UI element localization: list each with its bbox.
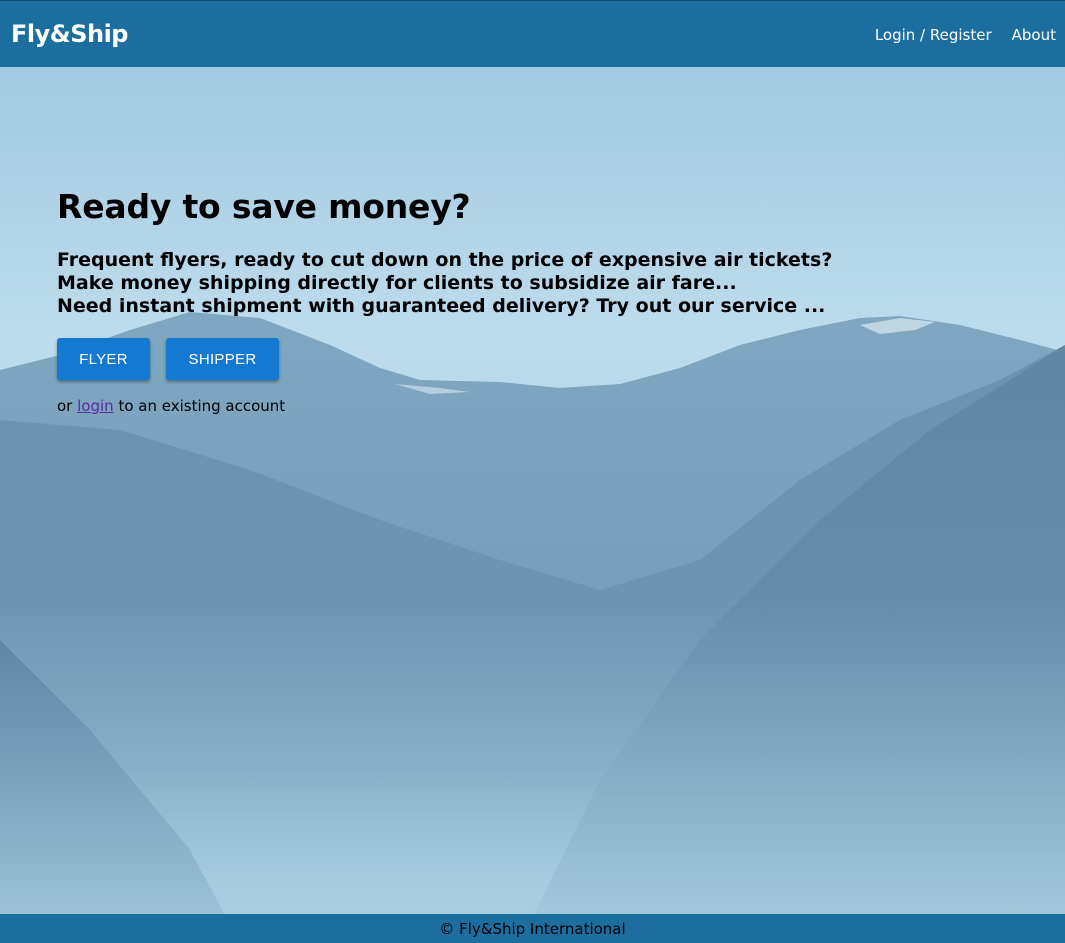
footer: © Fly&Ship International — [0, 914, 1065, 943]
background-landscape-image — [0, 0, 1065, 943]
page: Fly&Ship Login / Register About Ready to… — [0, 0, 1065, 943]
hero-section: Ready to save money? Frequent flyers, re… — [57, 186, 832, 415]
flyer-button[interactable]: FLYER — [57, 338, 150, 380]
footer-copyright: © Fly&Ship International — [439, 920, 626, 938]
brand-logo-link[interactable]: Fly&Ship — [11, 20, 128, 48]
tagline-line-3: Need instant shipment with guaranteed de… — [57, 295, 826, 317]
about-link[interactable]: About — [1012, 26, 1056, 44]
hero-title: Ready to save money? — [57, 187, 471, 226]
login-link[interactable]: login — [77, 397, 114, 415]
login-suffix-text: to an existing account — [118, 397, 286, 415]
role-buttons: FLYER SHIPPER — [57, 338, 832, 380]
existing-account-prompt: or login to an existing account — [57, 397, 832, 415]
login-prefix-text: or — [57, 397, 73, 415]
shipper-button[interactable]: SHIPPER — [166, 338, 279, 380]
nav-links: Login / Register About — [875, 26, 1056, 44]
login-register-link[interactable]: Login / Register — [875, 26, 992, 44]
tagline-line-2: Make money shipping directly for clients… — [57, 272, 737, 294]
top-navbar: Fly&Ship Login / Register About — [0, 0, 1065, 67]
hero-tagline: Frequent flyers, ready to cut down on th… — [57, 249, 832, 318]
tagline-line-1: Frequent flyers, ready to cut down on th… — [57, 249, 833, 271]
